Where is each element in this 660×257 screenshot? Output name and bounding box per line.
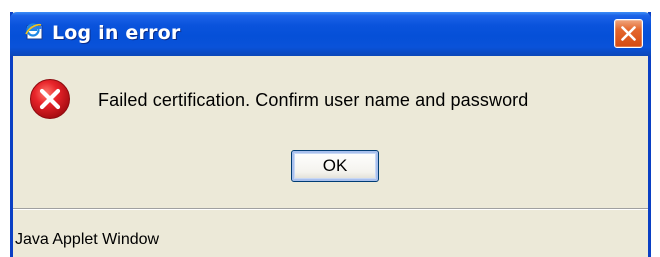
dialog-window: Log in error Failed certification. Confi… xyxy=(10,12,651,257)
java-applet-warning: Java Applet Window xyxy=(15,231,160,248)
internet-explorer-icon xyxy=(24,22,44,42)
ok-button[interactable]: OK xyxy=(291,150,379,182)
error-icon xyxy=(29,78,71,120)
status-separator xyxy=(13,208,648,210)
title-bar[interactable]: Log in error xyxy=(10,12,651,56)
close-icon xyxy=(621,26,636,41)
close-button[interactable] xyxy=(614,19,643,48)
window-title: Log in error xyxy=(52,22,181,44)
error-message: Failed certification. Confirm user name … xyxy=(98,90,529,110)
